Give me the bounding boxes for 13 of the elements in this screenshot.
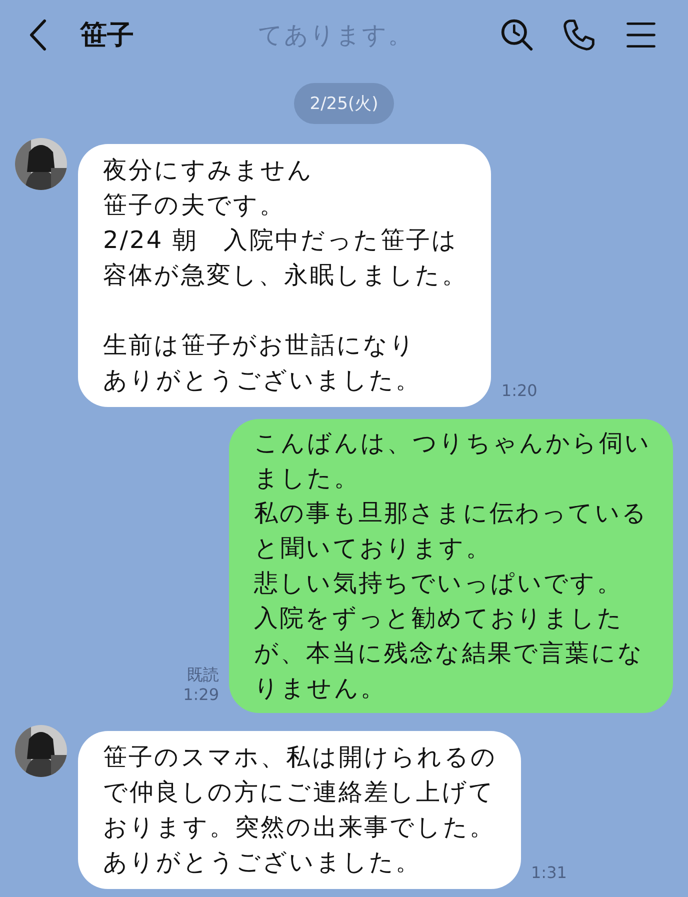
message-time: 1:29 bbox=[183, 685, 219, 705]
message-text: 笹子のスマホ、私は開けられるの で仲良しの方にご連絡差し上げて おります。突然の出来事でした。 ありがとうございました。 bbox=[103, 742, 497, 878]
message-text: 夜分にすみません 笹子の夫です。 2/24 朝 入院中だった笹子は 容体が急変し、永眠しました。 bbox=[103, 155, 468, 291]
phone-icon[interactable] bbox=[562, 18, 596, 52]
message-time: 1:20 bbox=[501, 381, 538, 401]
chat-title: 笹子 bbox=[80, 19, 134, 53]
message-text: 生前は笹子がお世話になり ありがとうございました。 bbox=[103, 330, 422, 396]
date-label: 2/25(火) bbox=[294, 83, 394, 124]
read-receipt: 既読 bbox=[187, 665, 219, 685]
message-text: こんばんは、つりちゃんから伺い ました。 私の事も旦那さまに伝わっている と聞いております。 悲しい気持ちでいっぱいです。 入院をずっと勧めておりました が、本当に残念な結果で言葉にな りません。 bbox=[254, 428, 651, 704]
message-time: 1:31 bbox=[531, 863, 567, 883]
back-icon[interactable] bbox=[28, 19, 48, 51]
search-icon[interactable] bbox=[500, 18, 534, 52]
